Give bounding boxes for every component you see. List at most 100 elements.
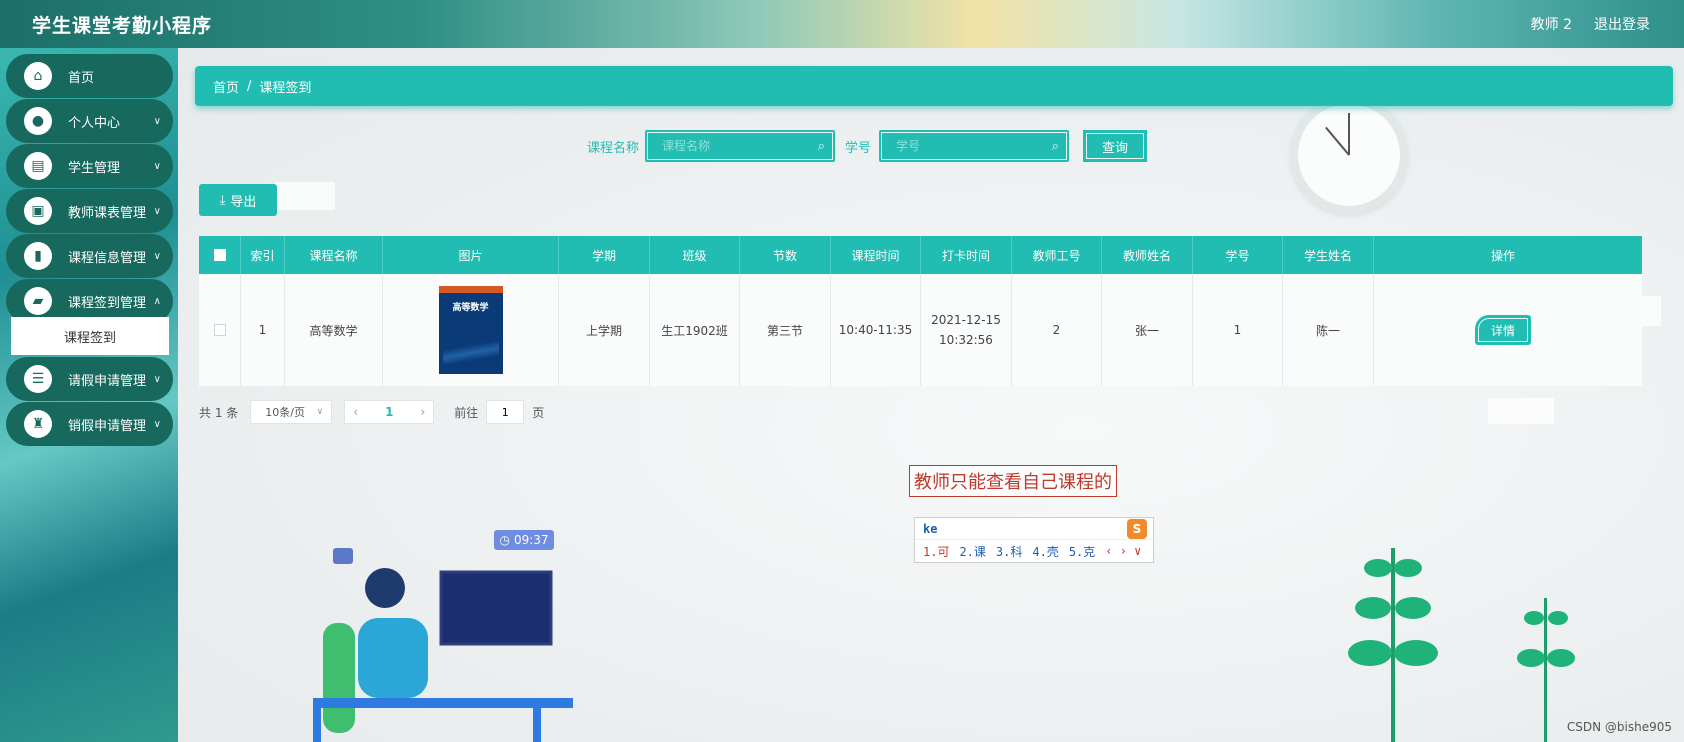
ime-candidate[interactable]: 5.克 (1069, 543, 1095, 560)
student-id-input[interactable] (881, 132, 1067, 160)
ime-candidate-window: ke S 1.可 2.课 3.科 4.壳 5.克 ‹ › ∨ (914, 517, 1154, 563)
book-icon: ▮ (24, 242, 52, 270)
table-header: 索引 课程名称 图片 学期 班级 节数 课程时间 打卡时间 教师工号 教师姓名 … (199, 236, 1642, 274)
course-book-image[interactable]: 高等数学 (438, 286, 503, 374)
book-cover-title: 高等数学 (452, 303, 489, 313)
cell-class: 生工1902班 (650, 274, 740, 386)
chevron-down-icon: ∨ (153, 205, 161, 217)
sidebar-item-label: 学生管理 (68, 160, 121, 176)
download-icon: ⤓ (219, 192, 226, 208)
home-icon: ⌂ (24, 62, 52, 90)
cell-index: 1 (241, 274, 285, 386)
current-user[interactable]: 教师 2 (1531, 14, 1572, 34)
cell-term: 上学期 (559, 274, 650, 386)
select-all-cell (199, 236, 241, 274)
desk-leg (313, 708, 321, 742)
watermark: CSDN @bishe905 (1566, 720, 1672, 734)
clock-illustration (1290, 96, 1408, 214)
leaf (1395, 597, 1431, 619)
course-name-label: 课程名称 (587, 141, 640, 156)
col-header: 打卡时间 (921, 236, 1012, 274)
col-header: 教师姓名 (1102, 236, 1193, 274)
cell-teacher-id: 2 (1012, 274, 1102, 386)
leaf (1364, 559, 1392, 577)
table-row: 1 高等数学 高等数学 上学期 生工1902班 第三节 10:40-11:35 … (199, 274, 1642, 386)
col-header: 节数 (740, 236, 831, 274)
ime-page-icon[interactable]: ‹ › ∨ (1105, 544, 1141, 558)
ime-candidates: 1.可 2.课 3.科 4.壳 5.克 ‹ › ∨ (915, 540, 1153, 562)
breadcrumb-current: 课程签到 (259, 80, 312, 96)
sidebar: ⌂ 首页 ● 个人中心 ∨ ▤ 学生管理 ∨ ▣ 教师课表管理 ∨ ▮ 课程信息… (0, 48, 178, 742)
current-page[interactable]: 1 (385, 405, 393, 419)
cell-student-name: 陈一 (1283, 274, 1374, 386)
col-header: 学生姓名 (1283, 236, 1374, 274)
main-content: 首页 / 课程签到 课程名称 ⌕ 学号 ⌕ 查询 ⤓ 导出 索引 课程名称 图片… (178, 48, 1684, 742)
page-size-value: 10条/页 (265, 406, 305, 419)
desk (313, 698, 573, 708)
sidebar-item-course-info[interactable]: ▮ 课程信息管理 ∨ (6, 234, 173, 278)
cell-course-time: 10:40-11:35 (831, 274, 921, 386)
detail-button[interactable]: 详情 (1475, 315, 1531, 345)
sidebar-item-label: 教师课表管理 (68, 205, 147, 221)
app-header: 学生课堂考勤小程序 教师 2 退出登录 (0, 0, 1684, 48)
goto-page-input[interactable] (486, 400, 525, 424)
query-button[interactable]: 查询 (1083, 130, 1147, 162)
student-id-label: 学号 (845, 141, 872, 156)
col-header: 班级 (650, 236, 740, 274)
user-icon: ● (24, 107, 52, 135)
decor-rect (1488, 398, 1554, 424)
sidebar-item-students[interactable]: ▤ 学生管理 ∨ (6, 144, 173, 188)
ime-candidate[interactable]: 4.壳 (1032, 543, 1058, 560)
ime-candidate[interactable]: 3.科 (996, 543, 1022, 560)
cell-teacher-name: 张一 (1102, 274, 1193, 386)
col-header: 课程时间 (831, 236, 921, 274)
plant-illustration-small (1517, 598, 1575, 742)
select-all-checkbox[interactable] (213, 249, 226, 261)
row-select-cell (199, 274, 241, 386)
plant-stem (1544, 598, 1547, 742)
ime-candidate[interactable]: 2.课 (959, 543, 985, 560)
sidebar-item-home[interactable]: ⌂ 首页 (6, 54, 173, 98)
pagination: 共 1 条 10条/页 ∨ ‹ 1 › 前往 页 (199, 400, 544, 424)
total-count: 共 1 条 (199, 405, 239, 420)
briefcase-icon: ▣ (24, 197, 52, 225)
cell-course: 高等数学 (285, 274, 383, 386)
decor-rect (275, 182, 335, 210)
page-size-select[interactable]: 10条/页 ∨ (250, 400, 333, 424)
sidebar-subitem-course-checkin[interactable]: 课程签到 (11, 317, 169, 355)
next-page-icon[interactable]: › (420, 405, 425, 419)
sidebar-item-label: 请假申请管理 (68, 373, 147, 389)
checkin-table: 索引 课程名称 图片 学期 班级 节数 课程时间 打卡时间 教师工号 教师姓名 … (199, 236, 1642, 386)
leaf (1348, 640, 1392, 666)
course-name-input[interactable] (647, 132, 833, 160)
person-body (358, 618, 428, 698)
leaf (1394, 640, 1438, 666)
col-header: 学期 (559, 236, 650, 274)
row-checkbox[interactable] (213, 324, 226, 336)
sidebar-item-label: 销假申请管理 (68, 418, 147, 434)
chevron-down-icon: ∨ (153, 160, 161, 172)
breadcrumb-home[interactable]: 首页 (213, 77, 239, 96)
chair-back (323, 623, 355, 733)
clipboard-icon: ▤ (24, 152, 52, 180)
prev-page-icon[interactable]: ‹ (353, 405, 358, 419)
stamp-icon: ♜ (24, 410, 52, 438)
sidebar-item-leave-cancel[interactable]: ♜ 销假申请管理 ∨ (6, 402, 173, 446)
breadcrumb-separator: / (247, 78, 252, 94)
export-button[interactable]: ⤓ 导出 (199, 184, 277, 216)
search-icon: ⌕ (817, 139, 825, 154)
ime-candidate[interactable]: 1.可 (923, 543, 949, 560)
sidebar-item-profile[interactable]: ● 个人中心 ∨ (6, 99, 173, 143)
leaf (1547, 649, 1575, 667)
leaf (1517, 649, 1545, 667)
sidebar-item-teacher-schedule[interactable]: ▣ 教师课表管理 ∨ (6, 189, 173, 233)
logout-link[interactable]: 退出登录 (1594, 14, 1650, 34)
col-header: 课程名称 (285, 236, 383, 274)
col-header: 操作 (1490, 248, 1515, 263)
student-id-search: ⌕ (879, 130, 1069, 162)
clock-icon: ◷ (499, 533, 510, 547)
person-hair (365, 568, 405, 608)
header-actions: 教师 2 退出登录 (1531, 14, 1650, 34)
sidebar-item-leave-request[interactable]: ☰ 请假申请管理 ∨ (6, 357, 173, 401)
sidebar-item-label: 课程信息管理 (68, 250, 147, 266)
